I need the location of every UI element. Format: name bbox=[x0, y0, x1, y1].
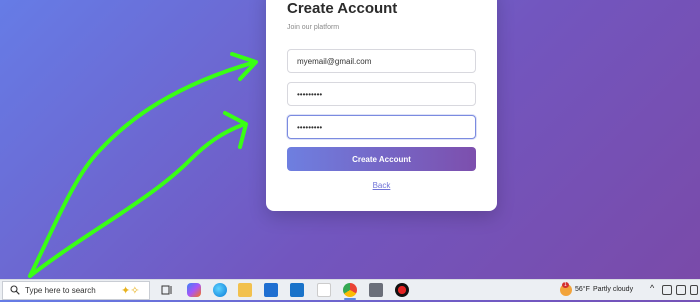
weather-condition: Partly cloudy bbox=[593, 286, 634, 293]
chevron-up-icon[interactable]: ^ bbox=[650, 283, 654, 293]
battery-icon[interactable] bbox=[690, 285, 698, 295]
arrow-to-password bbox=[28, 60, 257, 278]
taskbar: Type here to search ✦✧ 1 56°F Partly clo… bbox=[0, 279, 700, 300]
network-icon[interactable] bbox=[662, 285, 672, 295]
arrow-head-confirm bbox=[223, 111, 248, 149]
record-icon[interactable] bbox=[395, 283, 409, 297]
weather-alert-badge: 1 bbox=[562, 282, 569, 288]
game-icon[interactable] bbox=[369, 283, 383, 297]
volume-icon[interactable] bbox=[676, 285, 686, 295]
arrow-head-password bbox=[230, 52, 258, 81]
signup-card: Create Account Join our platform Create … bbox=[266, 0, 497, 211]
create-account-button[interactable]: Create Account bbox=[287, 147, 476, 171]
back-link[interactable]: Back bbox=[266, 181, 497, 190]
search-placeholder: Type here to search bbox=[25, 286, 96, 295]
copilot-icon[interactable] bbox=[187, 283, 201, 297]
password-field[interactable] bbox=[287, 82, 476, 106]
outlook-icon[interactable] bbox=[290, 283, 304, 297]
task-view-icon[interactable] bbox=[160, 283, 174, 297]
chrome-icon[interactable] bbox=[343, 283, 357, 297]
paint-icon[interactable] bbox=[317, 283, 331, 297]
weather-temp: 56°F bbox=[575, 286, 590, 293]
edge-icon[interactable] bbox=[213, 283, 227, 297]
taskbar-search[interactable]: Type here to search ✦✧ bbox=[2, 281, 150, 300]
store-icon[interactable] bbox=[264, 283, 278, 297]
file-explorer-icon[interactable] bbox=[238, 283, 252, 297]
email-field[interactable] bbox=[287, 49, 476, 73]
arrow-to-confirm bbox=[28, 122, 247, 278]
search-icon bbox=[10, 285, 20, 295]
page-title: Create Account bbox=[287, 0, 398, 17]
page-subtitle: Join our platform bbox=[287, 24, 340, 31]
sparkle-icon[interactable]: ✦✧ bbox=[121, 284, 139, 297]
confirm-password-field[interactable] bbox=[287, 115, 476, 139]
